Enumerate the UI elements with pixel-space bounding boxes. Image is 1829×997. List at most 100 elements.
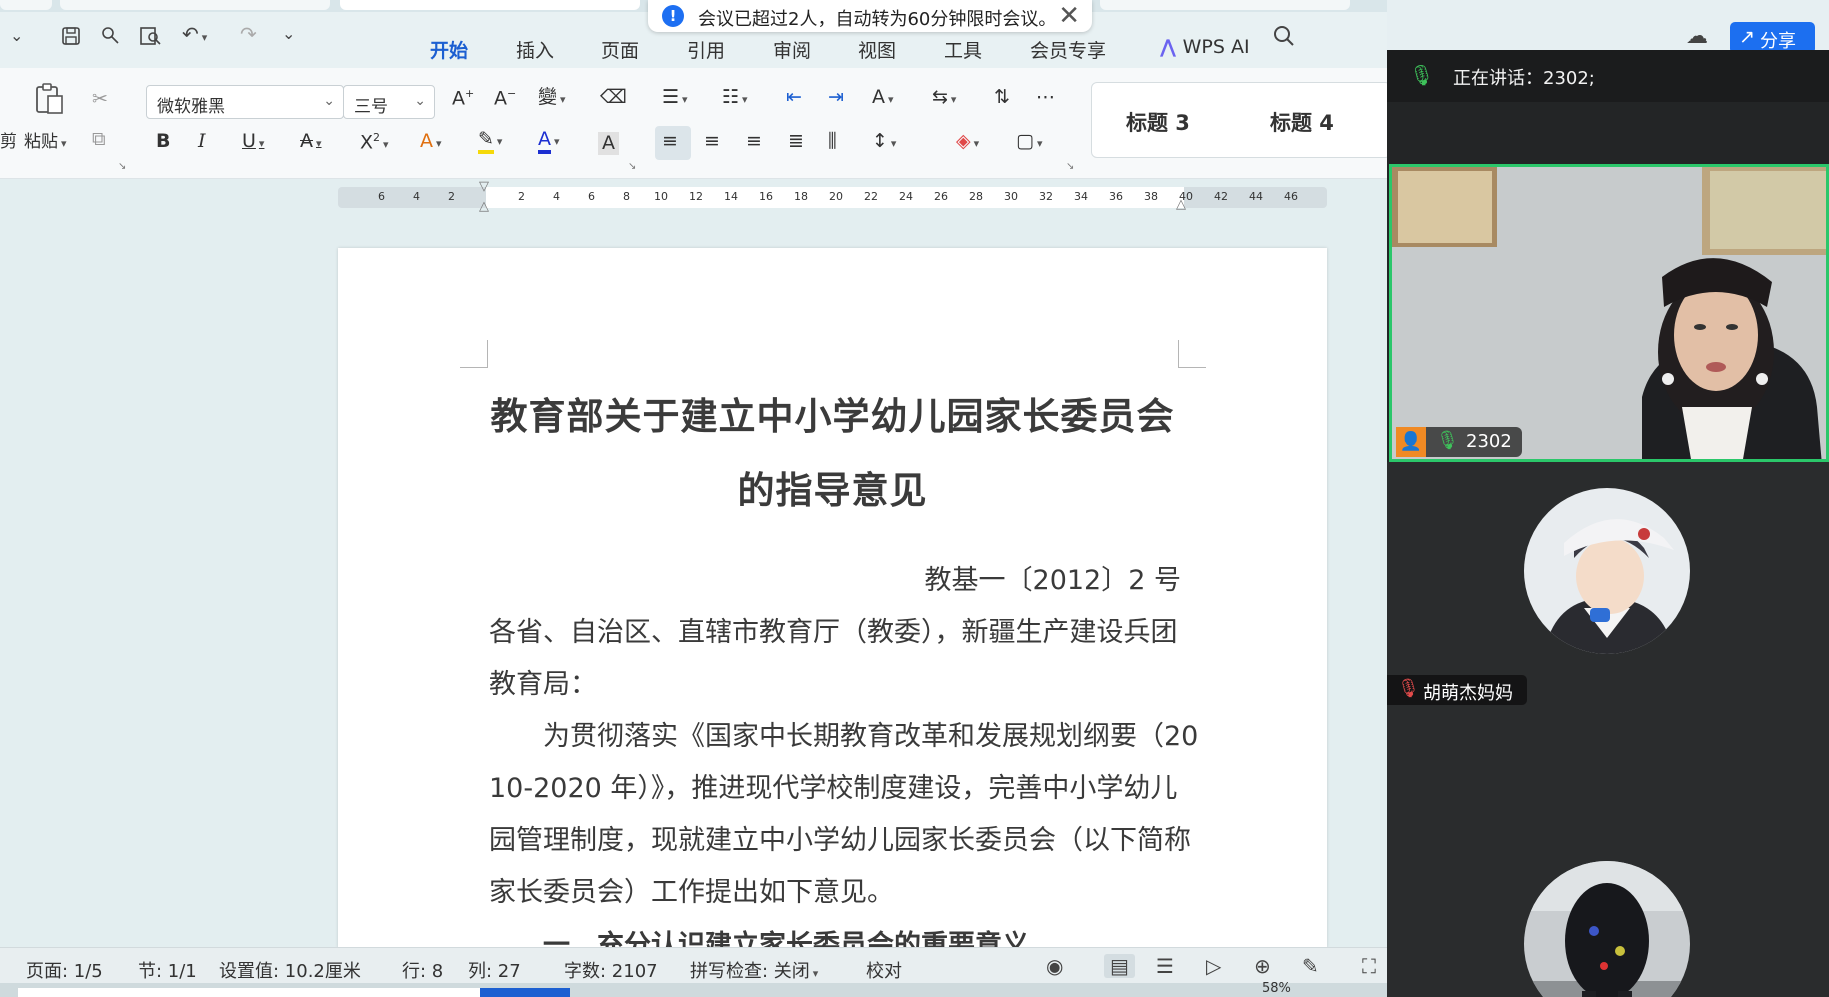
- align-center-icon[interactable]: ≡: [704, 132, 720, 151]
- paste-button[interactable]: 粘贴 ▾: [24, 134, 67, 151]
- focus-mode-icon[interactable]: ⛶: [1362, 954, 1376, 978]
- web-view-icon[interactable]: ⊕: [1254, 954, 1271, 978]
- text-effect-icon[interactable]: A ▾: [420, 132, 442, 151]
- print-icon[interactable]: [100, 25, 122, 52]
- participant-name: 2302: [1466, 431, 1512, 452]
- status-page[interactable]: 页面: 1/5: [26, 957, 103, 983]
- paste-label: 粘贴: [24, 132, 58, 152]
- eye-protect-icon[interactable]: ◉: [1046, 954, 1063, 978]
- save-icon[interactable]: [60, 25, 82, 52]
- distributed-icon[interactable]: ⫼: [828, 132, 837, 151]
- spell-check-toggle[interactable]: 拼写检查: 关闭 ▾: [690, 957, 818, 983]
- cut-icon[interactable]: ✂: [92, 90, 108, 109]
- wps-ai-button[interactable]: ⋀ WPS AI: [1160, 36, 1250, 58]
- proofread-button[interactable]: 校对: [866, 957, 902, 983]
- mic-icon: 🎙: [1436, 430, 1459, 451]
- group-expand-icon[interactable]: ↘: [1066, 162, 1074, 172]
- horizontal-ruler[interactable]: 6 4 2 2 4 6 8 10 12 14 16 18 20 22 24 26…: [338, 179, 1327, 214]
- zoom-value[interactable]: 58%: [1262, 981, 1291, 996]
- pinyin-icon[interactable]: 變 ▾: [538, 88, 566, 107]
- tab-home[interactable]: 开始: [430, 36, 469, 73]
- participant-tile[interactable]: [1387, 762, 1829, 997]
- status-section[interactable]: 节: 1/1: [138, 957, 197, 983]
- font-shrink-icon[interactable]: A−: [494, 88, 516, 108]
- chevron-down-icon[interactable]: ⌄: [10, 26, 23, 45]
- tab-references[interactable]: 引用: [687, 36, 725, 63]
- convert-icon[interactable]: ⇆ ▾: [932, 88, 956, 107]
- crop-mark: [1178, 340, 1206, 368]
- close-icon[interactable]: ✕: [1058, 1, 1080, 31]
- more-chevron-icon[interactable]: ⌄: [282, 24, 295, 43]
- participant-tile[interactable]: 🎙 胡萌杰妈妈: [1387, 462, 1829, 762]
- document-line: 家长委员会）工作提出如下意见。: [489, 877, 894, 908]
- italic-icon[interactable]: I: [198, 132, 206, 151]
- font-size-select[interactable]: 三号 ⌄: [343, 85, 435, 119]
- superscript-icon[interactable]: X2▾: [360, 132, 389, 152]
- document-line: 为贯彻落实《国家中长期教育改革和发展规划纲要（20: [489, 721, 1199, 752]
- print-preview-icon[interactable]: [138, 25, 162, 52]
- tab-view[interactable]: 视图: [858, 36, 896, 63]
- align-left-icon[interactable]: ≡: [662, 132, 678, 151]
- ruler-tick: 24: [899, 190, 913, 203]
- decrease-indent-icon[interactable]: ⇤: [786, 88, 802, 107]
- font-color-icon[interactable]: A ▾: [538, 128, 560, 154]
- line-spacing-icon[interactable]: ↕ ▾: [872, 132, 896, 151]
- text-direction-icon[interactable]: A ▾: [872, 88, 894, 107]
- play-icon[interactable]: ▷: [1206, 954, 1221, 978]
- right-indent-marker-icon[interactable]: △: [1176, 197, 1186, 212]
- active-speaker-video[interactable]: 👤 🎙 2302: [1389, 164, 1829, 462]
- numbered-list-icon[interactable]: ☷ ▾: [722, 88, 748, 107]
- page-view-icon[interactable]: ▤: [1104, 954, 1135, 978]
- char-shading-icon[interactable]: A: [598, 132, 619, 155]
- ruler-tick: 28: [969, 190, 983, 203]
- doc-tab[interactable]: [1100, 0, 1350, 10]
- highlight-icon[interactable]: ✎ ▾: [478, 128, 502, 154]
- font-grow-icon[interactable]: A+: [452, 88, 474, 108]
- status-col[interactable]: 列: 27: [468, 957, 521, 983]
- indent-marker-icon[interactable]: ▽: [479, 179, 489, 194]
- doc-tab-active[interactable]: [340, 0, 640, 10]
- redo-icon[interactable]: ↷: [240, 22, 257, 46]
- justify-icon[interactable]: ≣: [788, 132, 804, 151]
- tab-member[interactable]: 会员专享: [1030, 36, 1106, 63]
- cut-label-partial[interactable]: 剪: [0, 134, 17, 151]
- cloud-icon[interactable]: ☁: [1686, 24, 1708, 49]
- borders-icon[interactable]: ▢ ▾: [1016, 132, 1042, 151]
- search-icon[interactable]: [1272, 24, 1296, 53]
- paste-icon[interactable]: [32, 82, 66, 120]
- ruler-tick: 16: [759, 190, 773, 203]
- ruler-tick: 2: [518, 190, 525, 203]
- document-line: 各省、自治区、直辖市教育厅（教委），新疆生产建设兵团: [489, 617, 1178, 648]
- group-expand-icon[interactable]: ↘: [118, 162, 126, 172]
- underline-icon[interactable]: U ▾: [242, 132, 264, 151]
- style-heading-4[interactable]: 标题 4: [1270, 107, 1334, 137]
- increase-indent-icon[interactable]: ⇥: [828, 88, 844, 107]
- tab-tools[interactable]: 工具: [944, 36, 982, 63]
- doc-tab[interactable]: [0, 0, 52, 10]
- tab-insert[interactable]: 插入: [516, 36, 554, 63]
- indent-marker-icon[interactable]: △: [479, 199, 489, 214]
- shading-icon[interactable]: ◈ ▾: [956, 132, 979, 151]
- font-name-select[interactable]: 微软雅黑 ⌄: [146, 85, 344, 119]
- status-row[interactable]: 行: 8: [402, 957, 443, 983]
- edit-icon[interactable]: ✎: [1302, 954, 1319, 978]
- clear-format-icon[interactable]: ⌫: [600, 88, 627, 107]
- undo-icon[interactable]: ↶ ▾: [182, 22, 207, 46]
- style-heading-3[interactable]: 标题 3: [1126, 107, 1190, 137]
- status-setting[interactable]: 设置值: 10.2厘米: [219, 957, 361, 983]
- show-marks-icon[interactable]: ⋯: [1036, 88, 1055, 107]
- status-word-count[interactable]: 字数: 2107: [564, 957, 658, 983]
- avatar: [1524, 488, 1690, 654]
- doc-tab[interactable]: [60, 0, 330, 10]
- bullet-list-icon[interactable]: ☰ ▾: [662, 88, 688, 107]
- align-right-icon[interactable]: ≡: [746, 132, 762, 151]
- tab-review[interactable]: 审阅: [773, 36, 811, 63]
- tab-page[interactable]: 页面: [601, 36, 639, 63]
- document-page[interactable]: 教育部关于建立中小学幼儿园家长委员会 的指导意见 教基一〔2012〕2 号 各省…: [338, 248, 1327, 961]
- group-expand-icon[interactable]: ↘: [628, 162, 636, 172]
- outline-view-icon[interactable]: ☰: [1156, 954, 1174, 978]
- strikethrough-icon[interactable]: A ▾: [300, 132, 322, 151]
- sort-icon[interactable]: ⇅: [994, 88, 1010, 107]
- bold-icon[interactable]: B: [156, 132, 170, 151]
- copy-icon[interactable]: ⧉: [92, 130, 106, 149]
